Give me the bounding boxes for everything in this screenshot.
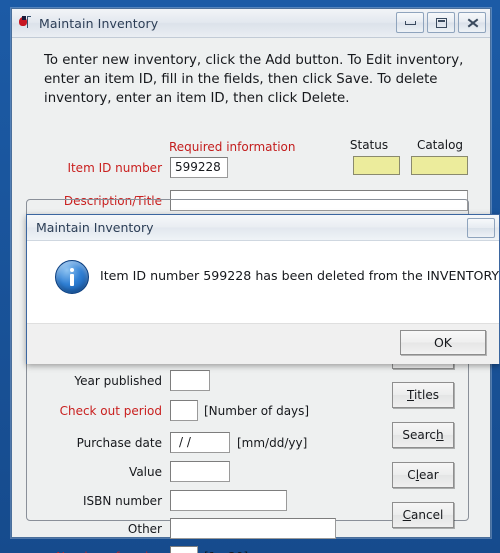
other-input[interactable] bbox=[170, 518, 336, 539]
dialog-message: Item ID number 599228 has been deleted f… bbox=[100, 268, 500, 283]
year-published-input[interactable] bbox=[170, 370, 210, 391]
check-out-period-label: Check out period bbox=[59, 404, 162, 418]
cancel-button[interactable]: Cancel bbox=[392, 502, 454, 528]
close-icon bbox=[467, 18, 478, 28]
window-body: To enter new inventory, click the Add bu… bbox=[12, 38, 500, 553]
titles-button-label: Titles bbox=[407, 388, 439, 402]
window-title: Maintain Inventory bbox=[39, 15, 159, 31]
value-input[interactable] bbox=[170, 461, 230, 482]
search-button[interactable]: Search bbox=[392, 422, 454, 448]
window-controls bbox=[396, 12, 486, 33]
cancel-button-label: Cancel bbox=[402, 508, 444, 522]
item-id-label: Item ID number bbox=[67, 161, 162, 175]
check-out-period-input[interactable] bbox=[170, 400, 198, 421]
check-out-period-hint: [Number of days] bbox=[204, 404, 310, 418]
item-id-input[interactable]: 599228 bbox=[170, 157, 228, 178]
dialog-title: Maintain Inventory bbox=[36, 220, 154, 235]
isbn-number-input[interactable] bbox=[170, 490, 287, 511]
window-titlebar[interactable]: Maintain Inventory bbox=[12, 9, 490, 38]
value-label: Value bbox=[129, 465, 162, 479]
status-label: Status bbox=[349, 138, 389, 152]
purchase-date-input[interactable]: / / bbox=[170, 432, 230, 453]
clear-button[interactable]: Clear bbox=[392, 462, 454, 488]
number-of-copies-input[interactable] bbox=[170, 546, 198, 553]
catalog-field[interactable] bbox=[411, 156, 468, 175]
minimize-button[interactable] bbox=[396, 12, 424, 33]
minimize-icon bbox=[404, 20, 416, 25]
dialog-close-button[interactable] bbox=[467, 218, 495, 238]
required-information-note: Required information bbox=[169, 140, 296, 154]
maximize-icon bbox=[435, 17, 447, 28]
purchase-date-hint: [mm/dd/yy] bbox=[237, 436, 308, 450]
maintain-inventory-window: Maintain Inventory To enter new inventor… bbox=[11, 8, 500, 553]
clear-button-label: Clear bbox=[407, 468, 439, 482]
isbn-number-label: ISBN number bbox=[82, 494, 162, 508]
instructions-text: To enter new inventory, click the Add bu… bbox=[44, 53, 464, 106]
info-icon bbox=[55, 260, 89, 294]
status-field[interactable] bbox=[353, 156, 400, 175]
dialog-body: Item ID number 599228 has been deleted f… bbox=[27, 241, 500, 323]
close-button[interactable] bbox=[458, 12, 486, 33]
screen: Maintain Inventory To enter new inventor… bbox=[0, 0, 500, 553]
dialog-titlebar[interactable]: Maintain Inventory bbox=[27, 215, 499, 241]
maximize-button[interactable] bbox=[427, 12, 455, 33]
description-title-input[interactable] bbox=[170, 190, 468, 211]
description-title-label: Description/Title bbox=[63, 194, 162, 208]
catalog-label: Catalog bbox=[416, 138, 464, 152]
purchase-date-label: Purchase date bbox=[76, 436, 162, 450]
search-button-label: Search bbox=[402, 428, 444, 442]
app-icon bbox=[18, 15, 34, 31]
titles-button[interactable]: Titles bbox=[392, 382, 454, 408]
message-dialog: Maintain Inventory Item ID number 599228… bbox=[26, 214, 500, 364]
other-label: Other bbox=[127, 522, 162, 536]
dialog-footer: OK bbox=[27, 323, 499, 364]
dialog-ok-button[interactable]: OK bbox=[400, 330, 486, 355]
dialog-ok-label: OK bbox=[433, 335, 453, 350]
year-published-label: Year published bbox=[74, 374, 162, 388]
